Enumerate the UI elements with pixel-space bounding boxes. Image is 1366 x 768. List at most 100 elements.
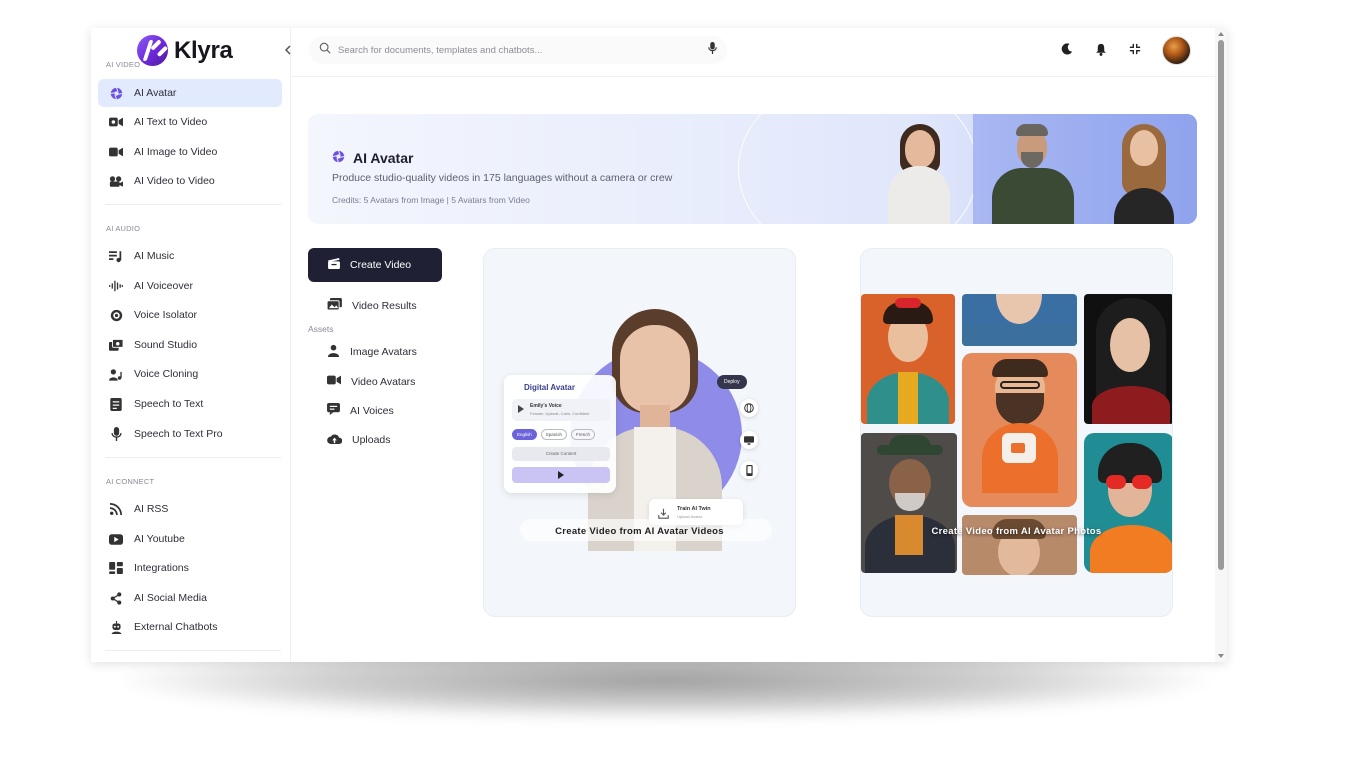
- deploy-badge: Deploy: [717, 375, 747, 389]
- sidebar-item-ai-youtube[interactable]: AI Youtube: [98, 525, 282, 553]
- chat-icon: [327, 403, 340, 418]
- create-from-video-card[interactable]: Digital Avatar Emily's Voice Female, Upb…: [483, 248, 796, 617]
- sidebar-item-ai-image-to-video[interactable]: AI Image to Video: [98, 138, 282, 166]
- document-text-icon: [109, 397, 123, 411]
- sidebar-item-external-chatbots[interactable]: External Chatbots: [98, 613, 282, 641]
- avatar-photo-3d-character: [962, 353, 1077, 507]
- waveform-icon: [109, 279, 123, 293]
- video-camera-icon: [109, 145, 123, 159]
- credits-info: Credits: 5 Avatars from Image | 5 Avatar…: [332, 195, 530, 205]
- bell-icon[interactable]: [1093, 41, 1109, 57]
- brand-logo-icon: [137, 35, 168, 66]
- scroll-down-arrow-icon[interactable]: [1218, 654, 1224, 658]
- scrollbar-thumb[interactable]: [1218, 40, 1224, 570]
- sidebar-item-ai-music[interactable]: AI Music: [98, 242, 282, 270]
- cloud-upload-icon: [327, 433, 343, 447]
- language-chips: English Spanish French: [512, 429, 596, 440]
- sidebar-item-label: AI Avatar: [134, 87, 177, 99]
- sidebar-item-ai-social-media[interactable]: AI Social Media: [98, 584, 282, 612]
- sidebar: Klyra AI VIDEO AI Avatar AI Text to Vide…: [91, 28, 291, 662]
- page-title: AI Avatar: [332, 150, 413, 166]
- sidebar-item-voice-cloning[interactable]: Voice Cloning: [98, 360, 282, 388]
- sidebar-item-sound-studio[interactable]: Sound Studio: [98, 331, 282, 359]
- sidebar-item-label: AI Image to Video: [134, 146, 218, 158]
- fullscreen-collapse-icon[interactable]: [1127, 41, 1143, 57]
- section-label-ai-audio: AI AUDIO: [106, 224, 141, 233]
- sidebar-item-label: AI Music: [134, 250, 175, 262]
- tab-video-avatars[interactable]: Video Avatars: [327, 374, 415, 389]
- sidebar-divider: [105, 650, 281, 651]
- app-window: Klyra AI VIDEO AI Avatar AI Text to Vide…: [91, 28, 1227, 662]
- tab-uploads[interactable]: Uploads: [327, 433, 391, 447]
- tab-label: Video Avatars: [351, 375, 416, 388]
- sidebar-item-label: Voice Isolator: [134, 309, 198, 321]
- avatar-model-image: [884, 120, 954, 224]
- language-chip: English: [512, 429, 537, 440]
- sidebar-item-speech-to-text-pro[interactable]: Speech to Text Pro: [98, 420, 282, 448]
- language-chip: French: [571, 429, 596, 440]
- sidebar-item-label: External Chatbots: [134, 621, 218, 633]
- moon-icon[interactable]: [1059, 41, 1075, 57]
- avatar-photo-partial-top: [962, 294, 1077, 346]
- sidebar-item-ai-voiceover[interactable]: AI Voiceover: [98, 272, 282, 300]
- sidebar-item-label: Speech to Text Pro: [134, 428, 223, 440]
- create-video-label: Create Video: [350, 259, 412, 271]
- avatar-photo-dark-hair: [1084, 294, 1172, 424]
- share-icon: [109, 591, 123, 605]
- tab-ai-voices[interactable]: AI Voices: [327, 403, 394, 418]
- voice-name: Emily's Voice: [530, 403, 562, 409]
- create-video-button[interactable]: Create Video: [308, 248, 442, 282]
- card-caption: Create Video from AI Avatar Videos: [555, 526, 724, 537]
- stage: Klyra AI VIDEO AI Avatar AI Text to Vide…: [0, 0, 1366, 768]
- sidebar-item-ai-rss[interactable]: AI RSS: [98, 495, 282, 523]
- language-chip: Spanish: [540, 429, 568, 440]
- brand[interactable]: Klyra: [137, 35, 233, 66]
- film-reel-icon: [109, 174, 123, 188]
- music-list-icon: [109, 249, 123, 263]
- microphone-icon[interactable]: [708, 41, 717, 59]
- sidebar-item-label: AI RSS: [134, 503, 169, 515]
- sidebar-item-label: AI Text to Video: [134, 116, 208, 128]
- sidebar-item-speech-to-text[interactable]: Speech to Text: [98, 390, 282, 418]
- brand-name: Klyra: [174, 36, 233, 64]
- sidebar-item-voice-isolator[interactable]: Voice Isolator: [98, 301, 282, 329]
- card-caption: Create Video from AI Avatar Photos: [931, 526, 1102, 537]
- section-label-ai-video: AI VIDEO: [106, 60, 141, 69]
- sidebar-item-label: AI Youtube: [134, 533, 185, 545]
- sidebar-item-label: Sound Studio: [134, 339, 198, 351]
- avatar-photo-man-hat: [861, 433, 957, 573]
- user-avatar[interactable]: [1162, 36, 1191, 65]
- youtube-icon: [109, 532, 123, 546]
- sidebar-item-ai-avatar[interactable]: AI Avatar: [98, 79, 282, 107]
- monitor-icon: [740, 431, 758, 449]
- sidebar-item-ai-video-to-video[interactable]: AI Video to Video: [98, 167, 282, 195]
- globe-icon: [740, 399, 758, 417]
- tab-label: Video Results: [352, 299, 417, 312]
- search-bar[interactable]: [309, 36, 727, 64]
- tab-label: Uploads: [352, 434, 391, 446]
- sidebar-item-integrations[interactable]: Integrations: [98, 554, 282, 582]
- digital-avatar-title: Digital Avatar: [524, 383, 575, 392]
- aperture-icon: [332, 150, 345, 166]
- tab-video-results[interactable]: Video Results: [326, 298, 417, 313]
- robot-icon: [109, 620, 123, 634]
- phone-icon: [740, 461, 758, 479]
- sidebar-item-label: AI Social Media: [134, 592, 207, 604]
- page-subtitle: Produce studio-quality videos in 175 lan…: [332, 172, 673, 184]
- gallery-icon: [326, 298, 342, 313]
- collapse-sidebar-chevron-icon[interactable]: [284, 44, 291, 58]
- video-camera-icon: [109, 115, 123, 129]
- play-bar: [512, 467, 610, 483]
- page-title-text: AI Avatar: [353, 150, 414, 166]
- avatar-model-image: [990, 120, 1076, 224]
- avatar-model-image: [1108, 120, 1180, 224]
- section-label-ai-connect: AI CONNECT: [106, 477, 155, 486]
- scroll-up-arrow-icon[interactable]: [1218, 32, 1224, 36]
- rss-icon: [109, 502, 123, 516]
- header-actions: [1059, 41, 1177, 57]
- create-from-photos-card[interactable]: Create Video from AI Avatar Photos: [860, 248, 1173, 617]
- search-input[interactable]: [338, 44, 701, 56]
- tab-image-avatars[interactable]: Image Avatars: [327, 344, 417, 360]
- sidebar-item-ai-text-to-video[interactable]: AI Text to Video: [98, 108, 282, 136]
- vertical-scrollbar[interactable]: [1215, 28, 1227, 662]
